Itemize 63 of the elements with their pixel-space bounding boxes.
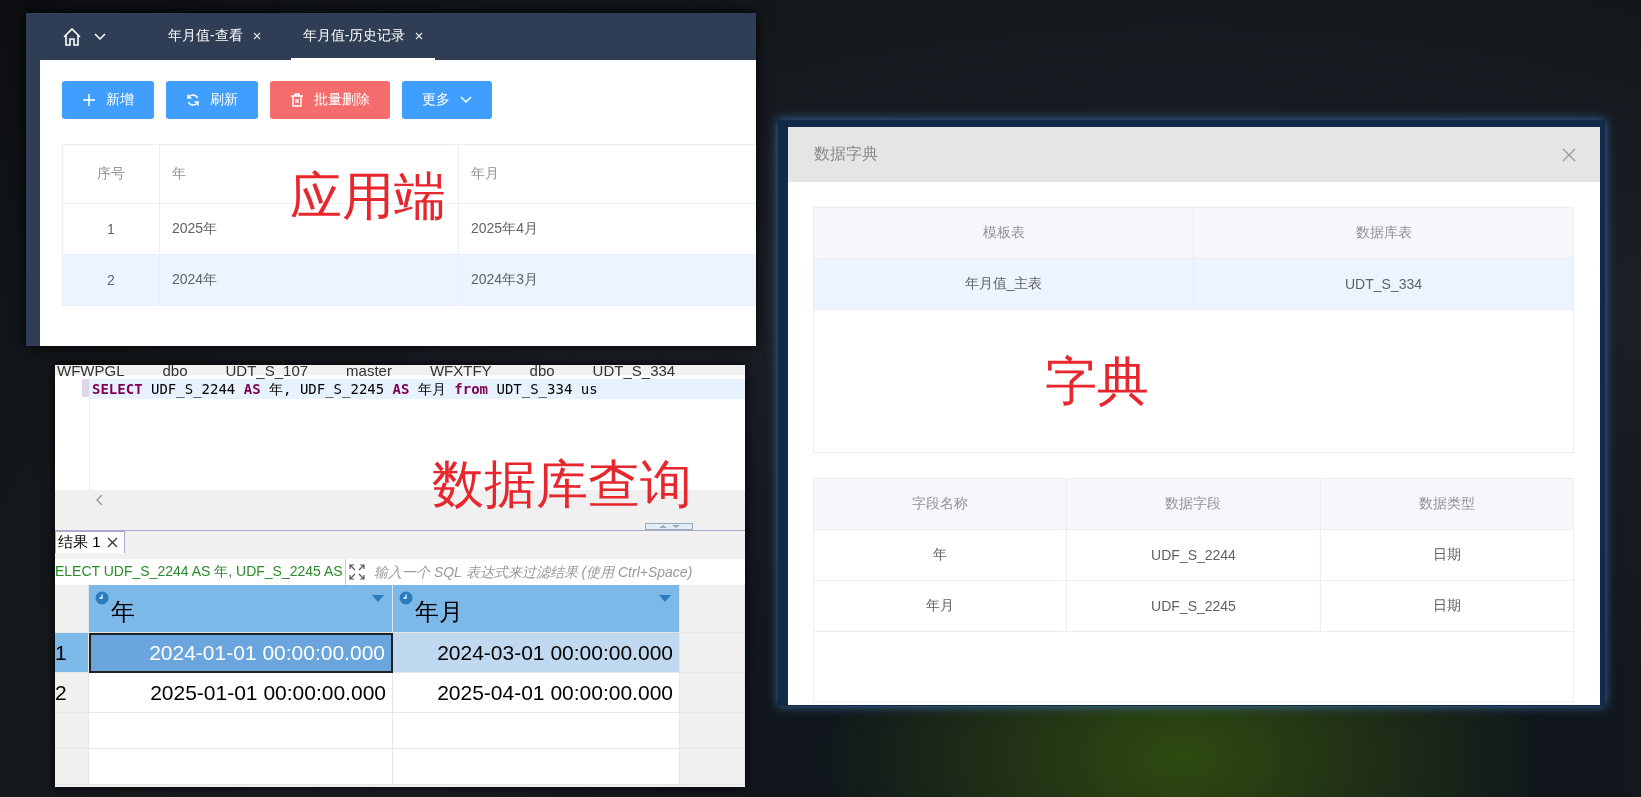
filter-input-field[interactable]: 输入一个 SQL 表达式来过滤结果 (使用 Ctrl+Space) xyxy=(368,559,745,585)
toolbar-item[interactable]: master xyxy=(346,365,392,378)
annotation-label: 字典 xyxy=(1045,355,1149,407)
caret-icon xyxy=(460,96,472,104)
table-cell: 日期 xyxy=(1320,580,1574,632)
filter-query-text: ELECT UDF_S_2244 AS 年, UDF_S_2245 AS xyxy=(55,559,346,585)
row-number: 2 xyxy=(55,673,89,713)
toolbar-item[interactable]: UDT_S_334 xyxy=(592,365,676,378)
column-header: 数据库表 xyxy=(1193,207,1574,259)
close-button[interactable] xyxy=(1562,147,1576,162)
toolbar-item[interactable]: WFWPGL xyxy=(57,365,125,378)
close-icon xyxy=(1562,147,1576,162)
sash-arrows-icon xyxy=(645,523,693,530)
column-header: 字段名称 xyxy=(813,478,1067,530)
column-header[interactable]: 年 xyxy=(89,585,393,633)
caret-icon xyxy=(94,32,106,41)
dialog-title: 数据字典 xyxy=(814,144,878,164)
toolbar-item[interactable]: dbo xyxy=(162,365,188,378)
result-tab[interactable]: 结果 1 xyxy=(55,531,125,553)
grid-cell: 2025-01-01 00:00:00.000 xyxy=(89,673,393,713)
expand-icon xyxy=(346,559,368,585)
refresh-icon xyxy=(186,93,200,107)
close-icon xyxy=(415,31,424,40)
toolbar-item[interactable]: WFXTFY xyxy=(429,365,492,378)
table-row[interactable]: 年月值_主表 UDT_S_334 xyxy=(813,258,1574,310)
column-header: 数据类型 xyxy=(1320,478,1574,530)
table-cell: UDT_S_334 xyxy=(1193,258,1574,310)
home-icon xyxy=(62,26,82,47)
table-cell: UDF_S_2244 xyxy=(1066,529,1321,581)
column-header: 年月 xyxy=(458,144,756,204)
table-cell: 年月 xyxy=(813,580,1067,632)
annotation-label: 数据库查询 xyxy=(432,458,692,510)
grid-corner xyxy=(55,585,89,633)
table-row[interactable]: 年 UDF_S_2244 日期 xyxy=(813,529,1574,581)
column-header: 序号 xyxy=(62,144,160,204)
table-cell: 年月值_主表 xyxy=(813,258,1194,310)
column-header: 模板表 xyxy=(813,207,1194,259)
table-cell: 2 xyxy=(62,254,160,306)
table-cell: 1 xyxy=(62,203,160,255)
chevron-left-icon xyxy=(95,494,103,506)
grid-cell: 2024-01-01 00:00:00.000 xyxy=(89,633,393,673)
table-cell: 日期 xyxy=(1320,529,1574,581)
tab[interactable]: 年月值-查看 xyxy=(156,13,273,60)
column-header[interactable]: 年月 xyxy=(393,585,680,633)
column-header: 数据字段 xyxy=(1066,478,1321,530)
table-row[interactable]: 年月 UDF_S_2245 日期 xyxy=(813,580,1574,632)
toolbar-item[interactable]: dbo xyxy=(529,365,555,378)
table-cell: 2024年 xyxy=(159,254,459,306)
dropdown-triangle-icon xyxy=(372,595,384,602)
row-number: 1 xyxy=(55,633,89,673)
trash-icon xyxy=(290,93,304,107)
toolbar-item[interactable]: UDT_S_107 xyxy=(225,365,309,378)
table-row[interactable]: 2 2024年 2024年3月 xyxy=(62,254,756,306)
table-cell: 年 xyxy=(813,529,1067,581)
plus-icon xyxy=(82,93,96,107)
clock-icon xyxy=(399,591,413,605)
dropdown-triangle-icon xyxy=(659,595,671,602)
close-icon xyxy=(252,31,261,40)
table-cell: 2024年3月 xyxy=(458,254,756,306)
close-icon xyxy=(106,537,118,548)
grid-cell: 2024-03-01 00:00:00.000 xyxy=(393,633,680,673)
table-cell: UDF_S_2245 xyxy=(1066,580,1321,632)
clock-icon xyxy=(95,591,109,605)
